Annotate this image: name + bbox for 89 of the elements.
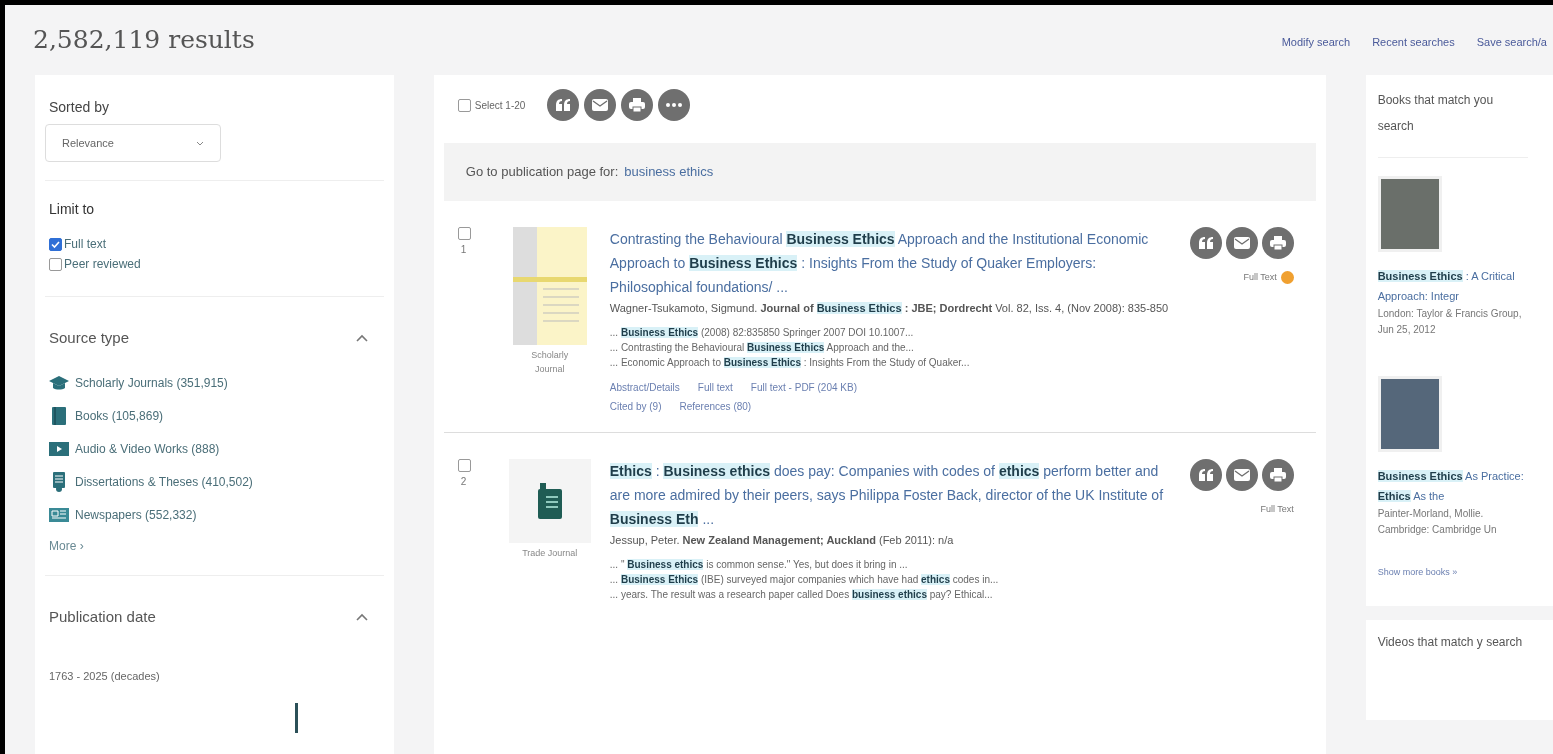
cite-button[interactable] bbox=[1189, 459, 1222, 491]
print-button[interactable] bbox=[1261, 459, 1294, 491]
more-icon bbox=[666, 103, 683, 107]
book-title[interactable]: Business Ethics : A Critical Approach: Integr bbox=[1377, 266, 1538, 306]
date-range: 1763 - 2025 (decades) bbox=[49, 669, 161, 684]
filter-checkbox[interactable] bbox=[49, 237, 62, 251]
source-type-link[interactable]: Audio & Video Works (888) bbox=[75, 439, 220, 458]
source-type-link[interactable]: Newspapers (552,332) bbox=[75, 505, 197, 524]
more-button[interactable] bbox=[658, 89, 691, 121]
document-icon bbox=[52, 471, 66, 492]
envelope-icon bbox=[1233, 469, 1250, 481]
result-checkbox[interactable] bbox=[457, 459, 471, 472]
document-type: Trade Journal bbox=[521, 547, 579, 560]
print-button[interactable] bbox=[621, 89, 654, 121]
trade-journal-thumbnail[interactable] bbox=[508, 459, 591, 543]
book-title[interactable]: Business Ethics As Practice: Ethics As the bbox=[1377, 466, 1538, 506]
section-title: Publication date bbox=[49, 606, 156, 627]
cite-button[interactable] bbox=[547, 89, 580, 121]
chevron-icon[interactable] bbox=[355, 612, 368, 621]
sort-label: Sorted by bbox=[48, 98, 110, 117]
result-snippet: ... " Business ethics is common sense." Yes, but does it bring in ... bbox=[609, 558, 909, 572]
full-text-label: Full Text bbox=[1243, 271, 1277, 284]
email-button[interactable] bbox=[584, 89, 617, 121]
header-link[interactable]: Save search/a bbox=[1476, 33, 1547, 51]
histogram-bar bbox=[295, 702, 298, 733]
result-link[interactable]: Full text bbox=[697, 380, 733, 395]
result-snippet: ... Contrasting the Behavioural Business Ethics Approach and the... bbox=[609, 341, 915, 355]
source-type-link[interactable]: Books (105,869) bbox=[75, 406, 164, 425]
filter-option[interactable]: Peer reviewed bbox=[64, 255, 141, 273]
source-type-link[interactable]: Scholarly Journals (351,915) bbox=[75, 373, 228, 392]
video-icon bbox=[49, 440, 69, 457]
book-details: Cambridge: Cambridge Un bbox=[1377, 523, 1498, 537]
caret-icon bbox=[196, 140, 204, 146]
quote-icon bbox=[1197, 469, 1214, 481]
result-snippet: ... Business Ethics (2008) 82:835850 Springer 2007 DOI 10.1007... bbox=[609, 326, 915, 340]
full-text-label: Full Text bbox=[1260, 503, 1294, 516]
results-count: 2,582,119 results bbox=[33, 24, 255, 57]
quote-icon bbox=[555, 99, 572, 111]
result-number: 1 bbox=[459, 243, 467, 257]
publication-icon bbox=[537, 483, 562, 519]
email-button[interactable] bbox=[1225, 459, 1258, 491]
header-link[interactable]: Recent searches bbox=[1372, 33, 1455, 51]
result-snippet: ... Economic Approach to Business Ethics : Insights From the Study of Quaker... bbox=[609, 356, 971, 370]
envelope-icon bbox=[592, 99, 609, 111]
sort-dropdown[interactable]: Relevance bbox=[45, 124, 221, 162]
quote-icon bbox=[1197, 237, 1214, 249]
print-button[interactable] bbox=[1261, 227, 1294, 259]
document-type: Scholarly Journal bbox=[530, 349, 570, 376]
panel-title: Videos that match y search bbox=[1377, 634, 1524, 651]
book-icon bbox=[51, 405, 67, 426]
panel-title: Books that match you search bbox=[1377, 87, 1528, 158]
result-snippet: ... years. The result was a research paper called Does business ethics pay? Ethical... bbox=[609, 588, 994, 602]
print-icon bbox=[1269, 468, 1286, 482]
result-citation: Jessup, Peter. New Zealand Management; Auckland (Feb 2011): n/a bbox=[609, 533, 955, 548]
result-number: 2 bbox=[459, 475, 467, 489]
result-link[interactable]: References (80) bbox=[679, 399, 752, 414]
source-type-link[interactable]: Dissertations & Theses (410,502) bbox=[75, 472, 253, 491]
result-title[interactable]: Ethics : Business ethics does pay: Companies with codes of ethics perform better and are more admired by their peers, says Philippa Foster Back, director of the UK Institute of Business Eth ... bbox=[609, 459, 1170, 531]
limit-label: Limit to bbox=[49, 200, 96, 219]
show-more-books-link[interactable]: Show more books » bbox=[1377, 567, 1458, 577]
more-link[interactable]: More › bbox=[49, 536, 384, 555]
result-link[interactable]: Abstract/Details bbox=[609, 380, 680, 395]
result-title[interactable]: Contrasting the Behavioural Business Ethics Approach and the Institutional Economic Approach to Business Ethics : Insights From the Study of Quaker Employers: Philosophical foundations/ ... bbox=[609, 227, 1170, 299]
book-cover-placeholder[interactable] bbox=[1377, 376, 1442, 452]
book-details: Painter-Morland, Mollie. bbox=[1377, 507, 1485, 521]
chevron-icon[interactable] bbox=[355, 334, 368, 343]
alert-badge-icon bbox=[1280, 271, 1294, 285]
section-title: Source type bbox=[49, 328, 130, 348]
book-details: London: Taylor & Francis Group, Jun 25, 2012 bbox=[1377, 307, 1523, 337]
cite-button[interactable] bbox=[1189, 227, 1222, 259]
result-link[interactable]: Full text - PDF (204 KB) bbox=[750, 380, 857, 395]
publication-link[interactable]: business ethics bbox=[624, 162, 714, 182]
book-cover-placeholder[interactable] bbox=[1377, 176, 1442, 252]
filter-option[interactable]: Full text bbox=[64, 235, 106, 253]
select-all-checkbox[interactable] bbox=[457, 98, 471, 112]
banner-text: Go to publication page for: bbox=[465, 163, 619, 182]
newspaper-icon bbox=[49, 506, 69, 523]
envelope-icon bbox=[1233, 237, 1250, 249]
select-label[interactable]: Select 1-20 bbox=[474, 97, 526, 113]
result-snippet: ... Business Ethics (IBE) surveyed major companies which have had ethics codes in... bbox=[609, 573, 1000, 587]
print-icon bbox=[629, 98, 646, 112]
result-citation: Wagner-Tsukamoto, Sigmund. Journal of Business Ethics : JBE; Dordrecht Vol. 82, Iss. 4, (Nov 2008): 835-850 bbox=[609, 301, 1170, 316]
filter-checkbox[interactable] bbox=[49, 257, 62, 271]
print-icon bbox=[1269, 236, 1286, 250]
result-link[interactable]: Cited by (9) bbox=[609, 399, 662, 414]
header-link[interactable]: Modify search bbox=[1281, 33, 1351, 51]
email-button[interactable] bbox=[1225, 227, 1258, 259]
result-checkbox[interactable] bbox=[457, 227, 471, 240]
graduation-cap-icon bbox=[49, 374, 69, 391]
